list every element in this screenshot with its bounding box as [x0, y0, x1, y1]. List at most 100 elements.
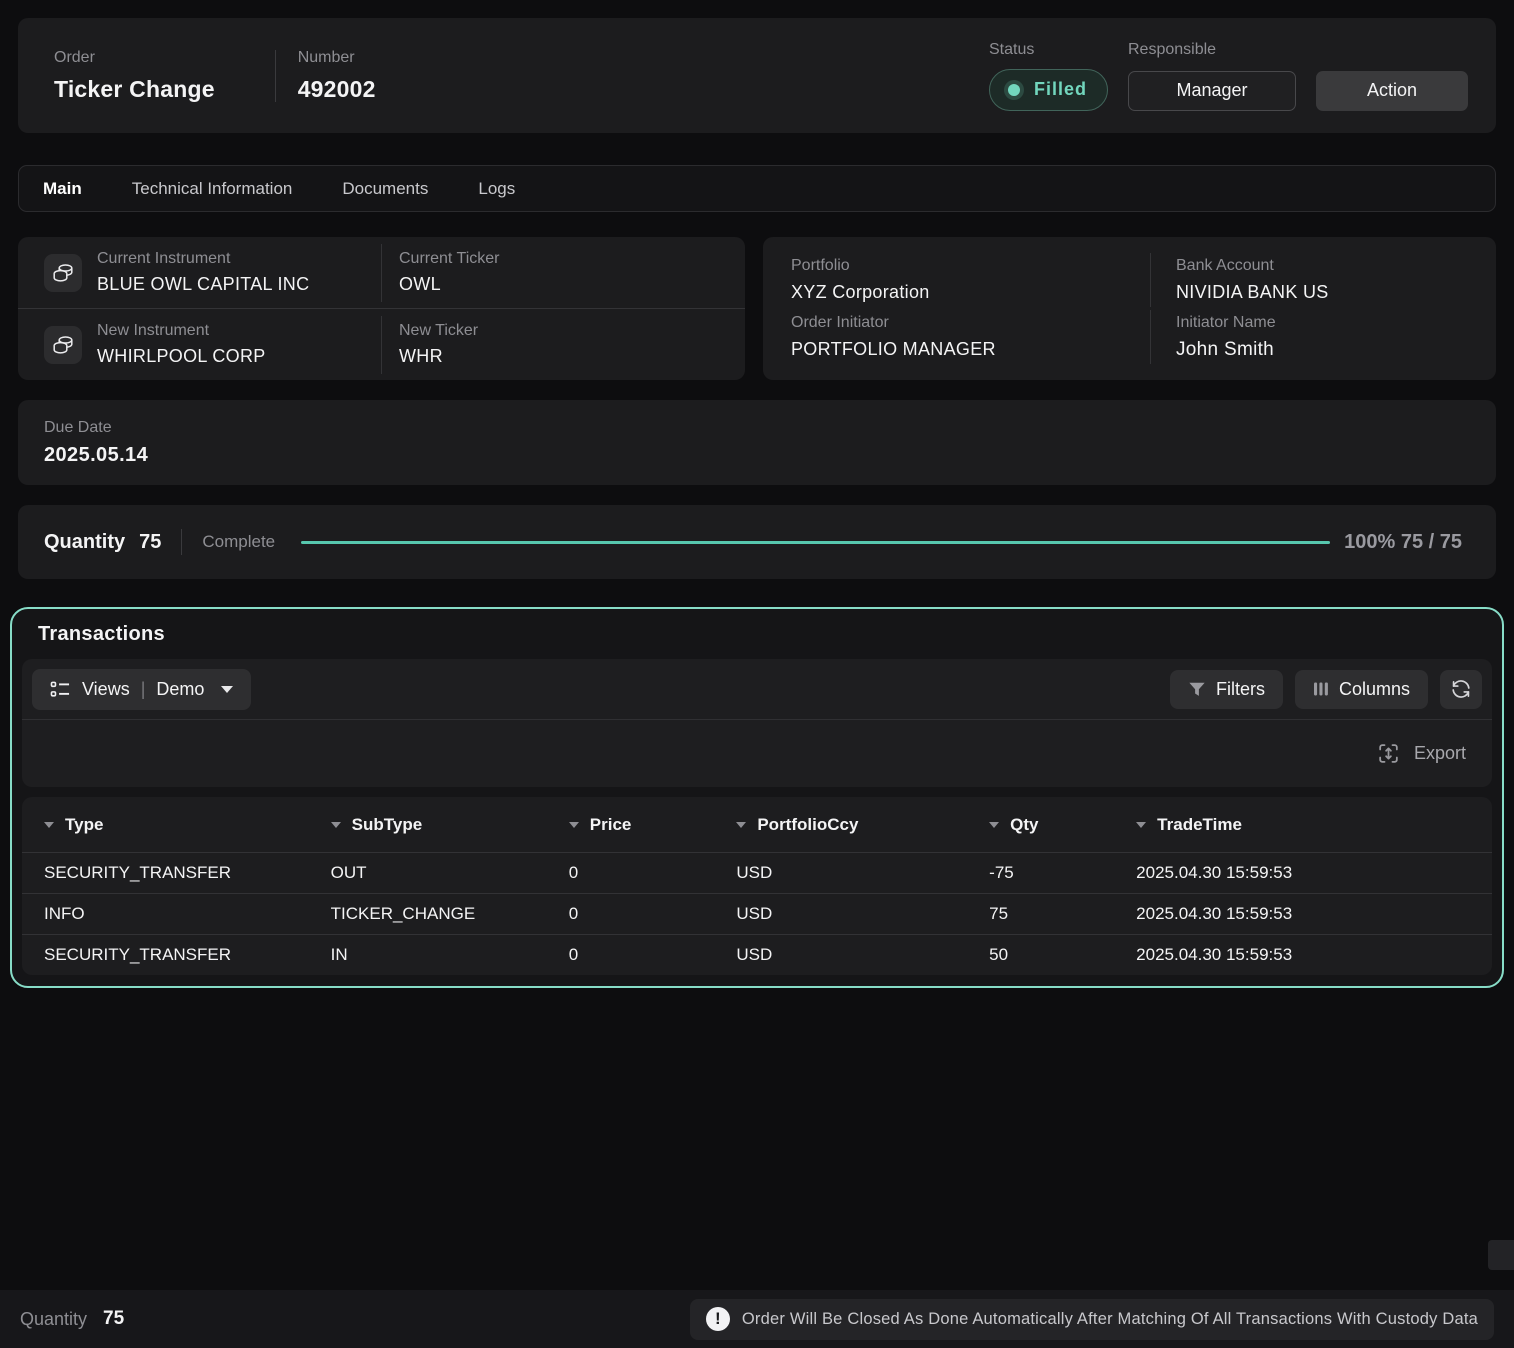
cell-qty: 50: [967, 945, 1114, 965]
columns-button[interactable]: Columns: [1295, 670, 1428, 709]
tab-documents[interactable]: Documents: [342, 179, 428, 199]
instrument-card: Current Instrument BLUE OWL CAPITAL INC …: [18, 237, 745, 380]
exclamation-icon: !: [706, 1307, 730, 1331]
order-field: Order Ticker Change: [54, 49, 215, 103]
portfolio-cell: Portfolio XYZ Corporation: [763, 257, 1150, 303]
column-header-label: PortfolioCcy: [757, 815, 858, 835]
order-initiator-value: PORTFOLIO MANAGER: [791, 339, 1150, 360]
transactions-title: Transactions: [22, 623, 1492, 659]
coins-icon: [44, 326, 82, 364]
column-header-subtype[interactable]: SubType: [309, 815, 547, 835]
order-initiator-cell: Order Initiator PORTFOLIO MANAGER: [763, 314, 1150, 360]
column-header-portfolioccy[interactable]: PortfolioCcy: [714, 815, 967, 835]
export-icon: [1376, 741, 1401, 766]
status-value: Filled: [1034, 79, 1087, 100]
initiator-name-label: Initiator Name: [1176, 314, 1496, 332]
action-button-label: Action: [1367, 80, 1417, 101]
column-header-tradetime[interactable]: TradeTime: [1114, 815, 1492, 835]
order-initiator-label: Order Initiator: [791, 314, 1150, 332]
footer-notice-text: Order Will Be Closed As Done Automatical…: [742, 1310, 1478, 1329]
progress-line: [301, 541, 1330, 544]
table-row[interactable]: SECURITY_TRANSFER OUT 0 USD -75 2025.04.…: [22, 852, 1492, 893]
transactions-section: Transactions Views | Demo: [10, 607, 1504, 988]
column-header-type[interactable]: Type: [22, 815, 309, 835]
portfolio-label: Portfolio: [791, 257, 1150, 275]
details-row: Current Instrument BLUE OWL CAPITAL INC …: [18, 237, 1496, 380]
current-view-name: Demo: [156, 679, 204, 700]
responsible-field: Responsible Manager: [1128, 41, 1296, 111]
progress-text: 100% 75 / 75: [1344, 531, 1462, 554]
export-button[interactable]: Export: [1414, 743, 1466, 764]
order-page: Order Ticker Change Number 492002 Status…: [0, 0, 1514, 1348]
quantity-divider: [181, 529, 182, 555]
cell-portfolioccy: USD: [714, 863, 967, 883]
filters-button[interactable]: Filters: [1170, 670, 1283, 709]
cell-tradetime: 2025.04.30 15:59:53: [1114, 863, 1492, 883]
footer-notice: ! Order Will Be Closed As Done Automatic…: [690, 1299, 1494, 1340]
cell-price: 0: [547, 904, 715, 924]
action-button[interactable]: Action: [1316, 71, 1468, 111]
new-ticker-cell: New Ticker WHR: [381, 316, 745, 374]
tab-technical-information[interactable]: Technical Information: [132, 179, 293, 199]
toolbar-right-group: Filters Columns: [1170, 670, 1482, 709]
table-row[interactable]: INFO TICKER_CHANGE 0 USD 75 2025.04.30 1…: [22, 893, 1492, 934]
status-dot-icon: [1004, 80, 1024, 100]
current-instrument-row: Current Instrument BLUE OWL CAPITAL INC …: [18, 237, 745, 308]
scrollbar-thumb[interactable]: [1488, 1240, 1514, 1270]
new-instrument-row: New Instrument WHIRLPOOL CORP New Ticker…: [18, 308, 745, 380]
quantity-label: Quantity: [44, 531, 125, 554]
current-instrument-label: Current Instrument: [97, 250, 309, 268]
current-instrument-value: BLUE OWL CAPITAL INC: [97, 274, 309, 295]
cell-subtype: TICKER_CHANGE: [309, 904, 547, 924]
column-header-qty[interactable]: Qty: [967, 815, 1114, 835]
cell-subtype: OUT: [309, 863, 547, 883]
portfolio-row: Portfolio XYZ Corporation Bank Account N…: [763, 251, 1496, 309]
table-row[interactable]: SECURITY_TRANSFER IN 0 USD 50 2025.04.30…: [22, 934, 1492, 975]
cell-type: SECURITY_TRANSFER: [22, 863, 309, 883]
number-label: Number: [298, 49, 376, 67]
bank-account-value: NIVIDIA BANK US: [1176, 282, 1496, 303]
current-ticker-value: OWL: [399, 274, 745, 295]
views-dropdown[interactable]: Views | Demo: [32, 669, 251, 710]
cell-price: 0: [547, 863, 715, 883]
column-header-price[interactable]: Price: [547, 815, 715, 835]
portfolio-value: XYZ Corporation: [791, 282, 1150, 303]
new-ticker-value: WHR: [399, 346, 745, 367]
due-date-label: Due Date: [44, 419, 1496, 437]
current-ticker-cell: Current Ticker OWL: [381, 244, 745, 302]
order-header: Order Ticker Change Number 492002 Status…: [18, 18, 1496, 133]
manager-button[interactable]: Manager: [1128, 71, 1296, 111]
manager-button-label: Manager: [1176, 80, 1247, 101]
cell-qty: -75: [967, 863, 1114, 883]
footer-quantity-label: Quantity: [20, 1309, 87, 1330]
chevron-down-icon: [221, 686, 233, 693]
refresh-button[interactable]: [1440, 670, 1482, 709]
bank-account-cell: Bank Account NIVIDIA BANK US: [1150, 253, 1496, 307]
status-label: Status: [989, 41, 1108, 59]
quantity-status: Complete: [202, 532, 275, 552]
tab-main[interactable]: Main: [43, 179, 82, 199]
transactions-table: Type SubType Price PortfolioCcy Qty: [22, 797, 1492, 975]
sort-caret-icon: [44, 822, 54, 828]
new-instrument-value: WHIRLPOOL CORP: [97, 346, 266, 367]
header-actions: Status Filled Responsible Manager Action: [989, 41, 1468, 111]
status-field: Status Filled: [989, 41, 1108, 111]
column-header-label: TradeTime: [1157, 815, 1242, 835]
new-instrument-cell: New Instrument WHIRLPOOL CORP: [18, 322, 381, 367]
quantity-progress-card: Quantity 75 Complete 100% 75 / 75: [18, 505, 1496, 579]
column-header-label: SubType: [352, 815, 423, 835]
tab-logs[interactable]: Logs: [478, 179, 515, 199]
initiator-name-cell: Initiator Name John Smith: [1150, 310, 1496, 364]
sort-caret-icon: [1136, 822, 1146, 828]
new-instrument-label: New Instrument: [97, 322, 266, 340]
new-ticker-label: New Ticker: [399, 322, 745, 340]
filter-icon: [1188, 681, 1206, 698]
sort-caret-icon: [331, 822, 341, 828]
quantity-value: 75: [139, 531, 161, 554]
column-header-label: Type: [65, 815, 103, 835]
transactions-toolbar-panel: Views | Demo Filters: [22, 659, 1492, 787]
bank-account-label: Bank Account: [1176, 257, 1496, 275]
tab-bar: Main Technical Information Documents Log…: [18, 165, 1496, 212]
sort-caret-icon: [989, 822, 999, 828]
coins-icon: [44, 254, 82, 292]
